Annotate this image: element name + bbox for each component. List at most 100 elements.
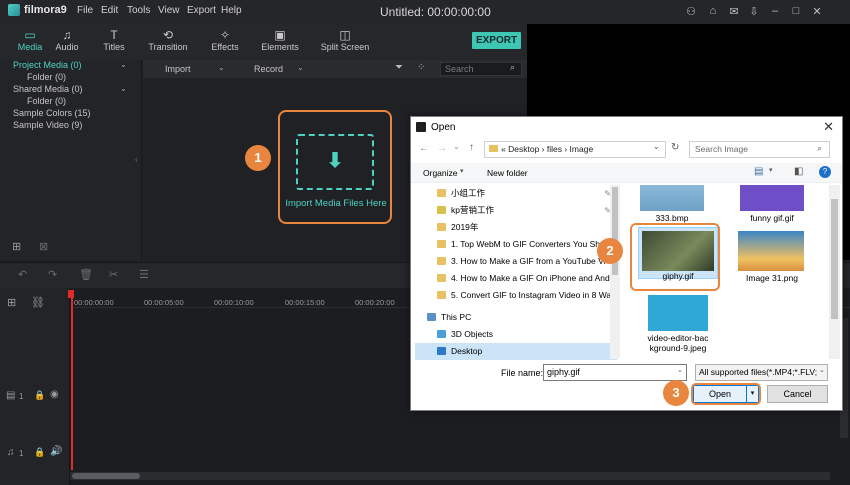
export-button[interactable]: EXPORT (472, 32, 521, 49)
nav-item-folder[interactable]: kp营销工作 ✎ (415, 202, 617, 219)
scrollbar-thumb[interactable] (831, 199, 838, 319)
file-thumbnail[interactable] (648, 295, 708, 331)
tab-elements[interactable]: ▣ Elements (250, 24, 310, 60)
search-icon[interactable]: ⌕ (510, 62, 515, 73)
nav-item-3d-objects[interactable]: 3D Objects (415, 326, 617, 343)
tab-titles[interactable]: T Titles (84, 24, 144, 60)
library-item-folder[interactable]: Folder (0) (27, 72, 66, 82)
menu-view[interactable]: View (158, 5, 180, 16)
mail-icon[interactable]: ✉ (727, 5, 741, 18)
scrollbar-thumb[interactable] (72, 473, 140, 479)
eye-icon[interactable]: ◉ (50, 389, 59, 400)
file-name-input[interactable]: giphy.gif (543, 364, 687, 381)
tab-split-screen[interactable]: ◫ Split Screen (314, 24, 376, 60)
refresh-icon[interactable]: ↻ (671, 142, 679, 153)
nav-scrollbar[interactable] (610, 185, 620, 359)
file-name[interactable]: video-editor-bac kground-9.jpeg (634, 333, 722, 353)
gift-icon[interactable]: ⌂ (706, 5, 720, 17)
chevron-down-icon[interactable]: ⌄ (218, 63, 225, 72)
record-dropdown[interactable]: Record (254, 64, 283, 74)
file-thumbnail[interactable] (740, 185, 804, 211)
cancel-button[interactable]: Cancel (767, 385, 828, 403)
user-icon[interactable]: ⚇ (684, 5, 698, 18)
menu-edit[interactable]: Edit (101, 5, 118, 16)
library-item-shared-media[interactable]: Shared Media (0) (13, 84, 83, 94)
file-type-select[interactable]: All supported files(*.MP4;*.FLV; (695, 364, 828, 381)
path-overflow[interactable]: « (501, 144, 506, 154)
new-folder-button[interactable]: New folder (487, 168, 528, 178)
file-list-scrollbar[interactable] (829, 185, 840, 359)
lock-icon[interactable]: 🔒 (34, 447, 45, 458)
navigation-pane: 小组工作 ✎ kp营销工作 ✎ 2019年 1. Top WebM to GIF C… (415, 185, 620, 360)
back-arrow-icon[interactable]: ← (419, 143, 429, 154)
chevron-down-icon[interactable]: ⌄ (120, 60, 127, 69)
timeline-scrollbar[interactable] (70, 472, 830, 480)
close-window-icon[interactable]: ✕ (810, 5, 824, 18)
library-item-sample-video[interactable]: Sample Video (9) (13, 120, 82, 130)
chevron-down-icon[interactable]: ⌄ (653, 142, 660, 151)
file-name[interactable]: funny gif.gif (730, 213, 814, 223)
chevron-down-icon[interactable]: ⌄ (120, 84, 127, 93)
nav-item-folder[interactable]: 5. Convert GIF to Instagram Video in 8 W… (415, 287, 617, 304)
chevron-down-icon[interactable]: ⌄ (677, 366, 683, 374)
link-icon[interactable]: ⛓ (31, 296, 45, 309)
tab-transition[interactable]: ⟲ Transition (138, 24, 198, 60)
file-name[interactable]: 333.bmp (630, 213, 714, 223)
forward-arrow-icon[interactable]: → (437, 143, 447, 154)
menu-help[interactable]: Help (221, 5, 242, 16)
library-item-folder[interactable]: Folder (0) (27, 96, 66, 106)
collapse-panel-icon[interactable]: ‹ (135, 155, 138, 164)
new-folder-icon[interactable]: ⊞ (12, 240, 21, 253)
up-arrow-icon[interactable]: ↑ (469, 142, 474, 153)
nav-item-folder[interactable]: 4. How to Make a GIF On iPhone and Andro… (415, 270, 617, 287)
minimize-window-icon[interactable]: – (768, 5, 782, 17)
dialog-search-input[interactable]: Search Image (689, 141, 830, 158)
help-icon[interactable]: ? (819, 166, 831, 178)
nav-item-folder[interactable]: 1. Top WebM to GIF Converters You Shou (415, 236, 617, 253)
nav-item-folder[interactable]: 2019年 (415, 219, 617, 236)
delete-folder-icon[interactable]: ⊠ (39, 240, 48, 253)
chevron-down-icon[interactable]: ▾ (460, 167, 464, 175)
chevron-down-icon[interactable]: ⌄ (819, 366, 825, 374)
tab-effects[interactable]: ✧ Effects (195, 24, 255, 60)
nav-item-this-pc[interactable]: This PC (415, 309, 617, 326)
library-item-sample-colors[interactable]: Sample Colors (15) (13, 108, 91, 118)
maximize-window-icon[interactable]: □ (789, 5, 803, 17)
cut-icon[interactable]: ✂ (109, 268, 118, 281)
file-thumbnail[interactable] (640, 185, 704, 211)
save-icon[interactable]: ⇩ (747, 5, 761, 18)
search-icon[interactable]: ⌕ (817, 143, 822, 154)
close-icon[interactable]: ✕ (823, 119, 834, 135)
file-name[interactable]: Image 31.png (730, 273, 814, 283)
add-track-icon[interactable]: ⊞ (7, 296, 16, 309)
nav-item-folder[interactable]: 小组工作 ✎ (415, 185, 617, 202)
nav-item-folder[interactable]: 3. How to Make a GIF from a YouTube Vi (415, 253, 617, 270)
import-dropdown[interactable]: Import (165, 64, 191, 74)
address-bar[interactable]: « Desktop › files › Image (484, 141, 666, 158)
redo-icon[interactable]: ↷ (48, 268, 57, 281)
view-options-icon[interactable]: ▤ (754, 166, 763, 177)
chevron-down-icon[interactable]: ⌄ (297, 63, 304, 72)
nav-item-desktop[interactable]: Desktop (415, 343, 617, 360)
ruler-tick-label: 00:00:10:00 (214, 298, 254, 307)
menu-export[interactable]: Export (187, 5, 216, 16)
file-thumbnail[interactable] (738, 231, 804, 271)
menu-file[interactable]: File (77, 5, 93, 16)
preview-pane-icon[interactable]: ◧ (794, 166, 803, 177)
breadcrumb-desktop[interactable]: Desktop (508, 144, 539, 154)
lock-icon[interactable]: 🔒 (34, 390, 45, 401)
filter-icon[interactable]: ⏷ (395, 62, 403, 73)
organize-dropdown[interactable]: Organize (423, 168, 458, 178)
grid-view-icon[interactable]: ⁘ (417, 62, 425, 73)
playhead[interactable] (68, 290, 74, 470)
chevron-down-icon[interactable]: ⌄ (453, 142, 460, 151)
chevron-down-icon[interactable]: ▾ (769, 166, 773, 174)
library-item-project-media[interactable]: Project Media (0) (13, 60, 82, 70)
adjust-icon[interactable]: ☰ (139, 268, 149, 281)
breadcrumb-files[interactable]: files (547, 144, 562, 154)
menu-tools[interactable]: Tools (127, 5, 150, 16)
breadcrumb-image[interactable]: Image (570, 144, 594, 154)
undo-icon[interactable]: ↶ (18, 268, 27, 281)
speaker-icon[interactable]: 🔊 (50, 446, 62, 457)
delete-icon[interactable]: 🗑 (79, 268, 93, 281)
